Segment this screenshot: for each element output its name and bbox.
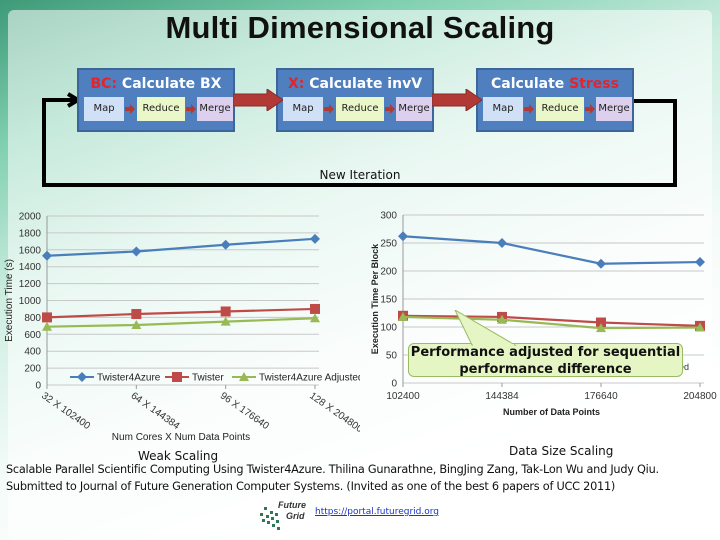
y-tick-label: 1600	[19, 245, 42, 256]
stage-calculate-stress: Calculate Stress Map Reduce Merge	[476, 68, 634, 132]
y-tick-label: 1400	[19, 262, 42, 273]
chart-legend: Twister4Azure Twister Twister4Azure Adjust…	[70, 372, 360, 384]
y-tick-label: 800	[24, 313, 41, 324]
legend-label: Twister	[192, 373, 224, 384]
stage-calculate-invv: X: Calculate invV Map Reduce Merge	[276, 68, 434, 132]
data-point	[497, 238, 507, 248]
new-iteration-label: New Iteration	[319, 168, 401, 182]
reduce-step: Reduce	[137, 97, 185, 121]
series-line	[402, 315, 701, 330]
y-tick-label: 300	[380, 211, 397, 222]
data-point	[220, 306, 231, 317]
data-size-scaling-caption: Data Size Scaling	[509, 444, 614, 458]
stage-arrow-icon	[233, 89, 283, 111]
logo-text-grid: Grid	[286, 511, 305, 521]
arrow-icon	[385, 104, 395, 114]
x-tick-label: 96 X 176640	[218, 390, 271, 432]
arrow-icon	[186, 104, 196, 114]
callout-pointer	[454, 310, 517, 346]
series-twister4azure	[398, 231, 705, 269]
series-twister4azure-adjusted	[398, 311, 705, 333]
reduce-step: Reduce	[536, 97, 584, 121]
arrow-icon	[324, 104, 334, 114]
y-tick-label: 2000	[19, 212, 42, 223]
data-point	[310, 303, 320, 314]
y-tick-label: 1200	[19, 279, 42, 290]
map-step: Map	[283, 97, 323, 121]
x-tick-label: 128 X 204800	[307, 390, 360, 435]
y-tick-label: 50	[386, 351, 398, 362]
reduce-step: Reduce	[336, 97, 384, 121]
arrow-icon	[524, 104, 534, 114]
y-axis-label: Execution Time Per Block	[370, 243, 380, 354]
logo-text-future: Future	[278, 500, 306, 510]
data-point	[398, 231, 408, 242]
reference-citation: Scalable Parallel Scientific Computing U…	[6, 463, 659, 493]
arrow-icon	[125, 104, 135, 114]
x-tick-label: 204800	[683, 391, 717, 402]
merge-step: Merge	[197, 97, 233, 121]
stage-title: X: Calculate invV	[287, 76, 423, 92]
x-tick-label: 64 X 144384	[129, 390, 182, 432]
data-size-scaling-chart: 0 50 100 150 200 250 300 102400 144384 176640 2048…	[370, 211, 717, 418]
x-tick-label: 32 X 102400	[39, 390, 92, 432]
series-twister4azure	[42, 233, 320, 261]
map-step: Map	[483, 97, 523, 121]
legend-marker	[172, 372, 182, 382]
y-tick-label: 1800	[19, 228, 42, 239]
data-point	[131, 309, 142, 320]
map-step: Map	[84, 97, 124, 121]
series-line	[46, 237, 316, 257]
y-tick-label: 100	[380, 323, 397, 334]
x-axis-label: Number of Data Points	[503, 407, 600, 417]
stage-title: Calculate Stress	[491, 76, 619, 92]
weak-scaling-chart: 0 200 400 600 800 1000 1200 1400 1600 1800 2000 32 …	[4, 212, 360, 444]
stage-title: BC: Calculate BX	[90, 76, 222, 92]
series-line	[402, 235, 701, 265]
futuregrid-logo: Future Grid	[260, 500, 306, 530]
x-tick-label: 176640	[584, 391, 618, 402]
y-tick-label: 0	[391, 379, 397, 390]
data-point	[695, 257, 705, 268]
data-point	[220, 239, 231, 250]
merge-step: Merge	[596, 97, 632, 121]
merge-step: Merge	[396, 97, 432, 121]
y-tick-label: 150	[380, 295, 397, 306]
data-point	[131, 246, 142, 257]
data-point	[596, 258, 606, 269]
legend-label: Twister4Azure	[97, 373, 161, 384]
y-tick-label: 0	[35, 381, 41, 392]
y-tick-label: 600	[24, 330, 41, 341]
stage-arrow-icon	[432, 89, 482, 111]
legend-marker	[77, 372, 87, 382]
series-line	[46, 317, 316, 328]
y-tick-label: 200	[380, 267, 397, 278]
data-point	[42, 250, 52, 261]
y-tick-label: 200	[24, 364, 41, 375]
y-axis-label: Execution Time (s)	[4, 259, 15, 342]
stage-calculate-bx: BC: Calculate BX Map Reduce Merge	[77, 68, 235, 132]
futuregrid-link[interactable]: https://portal.futuregrid.org	[315, 507, 439, 517]
x-axis-label: Num Cores X Num Data Points	[112, 432, 250, 443]
y-tick-label: 250	[380, 239, 397, 250]
annotation-callout: Performance adjusted for sequential perf…	[408, 343, 683, 377]
x-tick-label: 102400	[386, 391, 420, 402]
y-tick-label: 400	[24, 347, 41, 358]
data-point	[310, 233, 320, 244]
y-tick-label: 1000	[19, 296, 42, 307]
legend-label: Twister4Azure Adjusted	[259, 373, 360, 384]
series-line	[46, 307, 316, 319]
arrow-icon	[585, 104, 595, 114]
x-tick-label: 144384	[485, 391, 519, 402]
data-point	[42, 312, 52, 323]
